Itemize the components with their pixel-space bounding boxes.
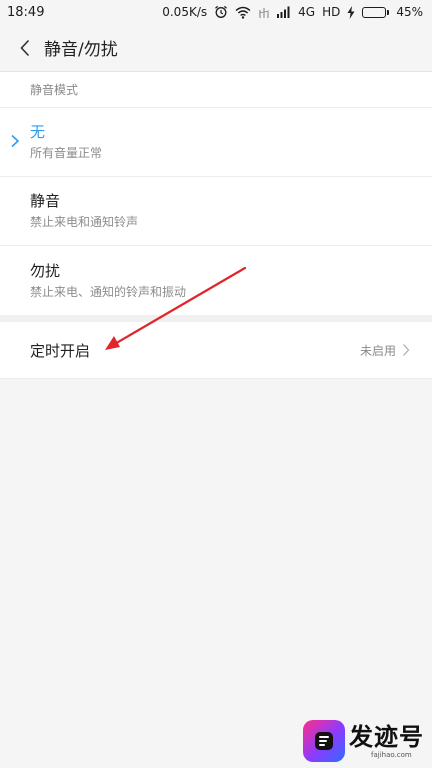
watermark: 发迹号 fajihao.com (303, 720, 424, 762)
section-divider (0, 315, 432, 322)
alarm-icon (214, 5, 228, 19)
network-speed: 0.05K/s (162, 5, 208, 19)
mode-description: 禁止来电、通知的铃声和振动 (30, 284, 187, 299)
schedule-row[interactable]: 定时开启 未启用 (0, 322, 432, 379)
mode-title: 无 (30, 123, 46, 141)
battery-icon (362, 6, 390, 18)
battery-percent: 45% (396, 5, 423, 19)
no-sim-signal-icon (258, 6, 270, 19)
nav-header: 静音/勿扰 (0, 24, 432, 72)
watermark-url: fajihao.com (371, 750, 412, 759)
mode-title: 勿扰 (30, 261, 61, 280)
status-bar: 18:49 0.05K/s 4G HD 45% (0, 0, 432, 24)
mode-item-silent[interactable]: 静音 禁止来电和通知铃声 (0, 177, 432, 246)
hd-indicator: HD (322, 5, 341, 19)
mode-title: 静音 (30, 192, 61, 210)
mode-description: 禁止来电和通知铃声 (30, 215, 139, 229)
schedule-value: 未启用 (359, 343, 396, 358)
status-time: 18:49 (7, 4, 45, 20)
mode-item-do-not-disturb[interactable]: 勿扰 禁止来电、通知的铃声和振动 (0, 246, 432, 315)
schedule-label: 定时开启 (30, 341, 91, 360)
section-header: 静音模式 (0, 72, 432, 108)
mode-description: 所有音量正常 (30, 146, 103, 160)
charging-icon (347, 5, 355, 19)
back-arrow-icon (20, 39, 30, 56)
back-button[interactable] (14, 33, 36, 63)
status-icons: 0.05K/s 4G HD 45% (162, 5, 423, 19)
silent-mode-section: 静音模式 无 所有音量正常 静音 禁止来电和通知铃声 勿扰 禁止来电、通知的铃声… (0, 72, 432, 315)
page-title: 静音/勿扰 (44, 40, 118, 60)
selected-check-icon (10, 134, 20, 148)
network-type: 4G (298, 5, 316, 19)
schedule-status: 未启用 (360, 342, 410, 359)
chevron-right-icon (403, 344, 410, 356)
signal-icon (277, 6, 291, 18)
watermark-brand: 发迹号 (349, 722, 424, 751)
watermark-logo-icon (303, 720, 345, 762)
mode-item-none[interactable]: 无 所有音量正常 (0, 108, 432, 177)
wifi-icon (235, 6, 251, 19)
